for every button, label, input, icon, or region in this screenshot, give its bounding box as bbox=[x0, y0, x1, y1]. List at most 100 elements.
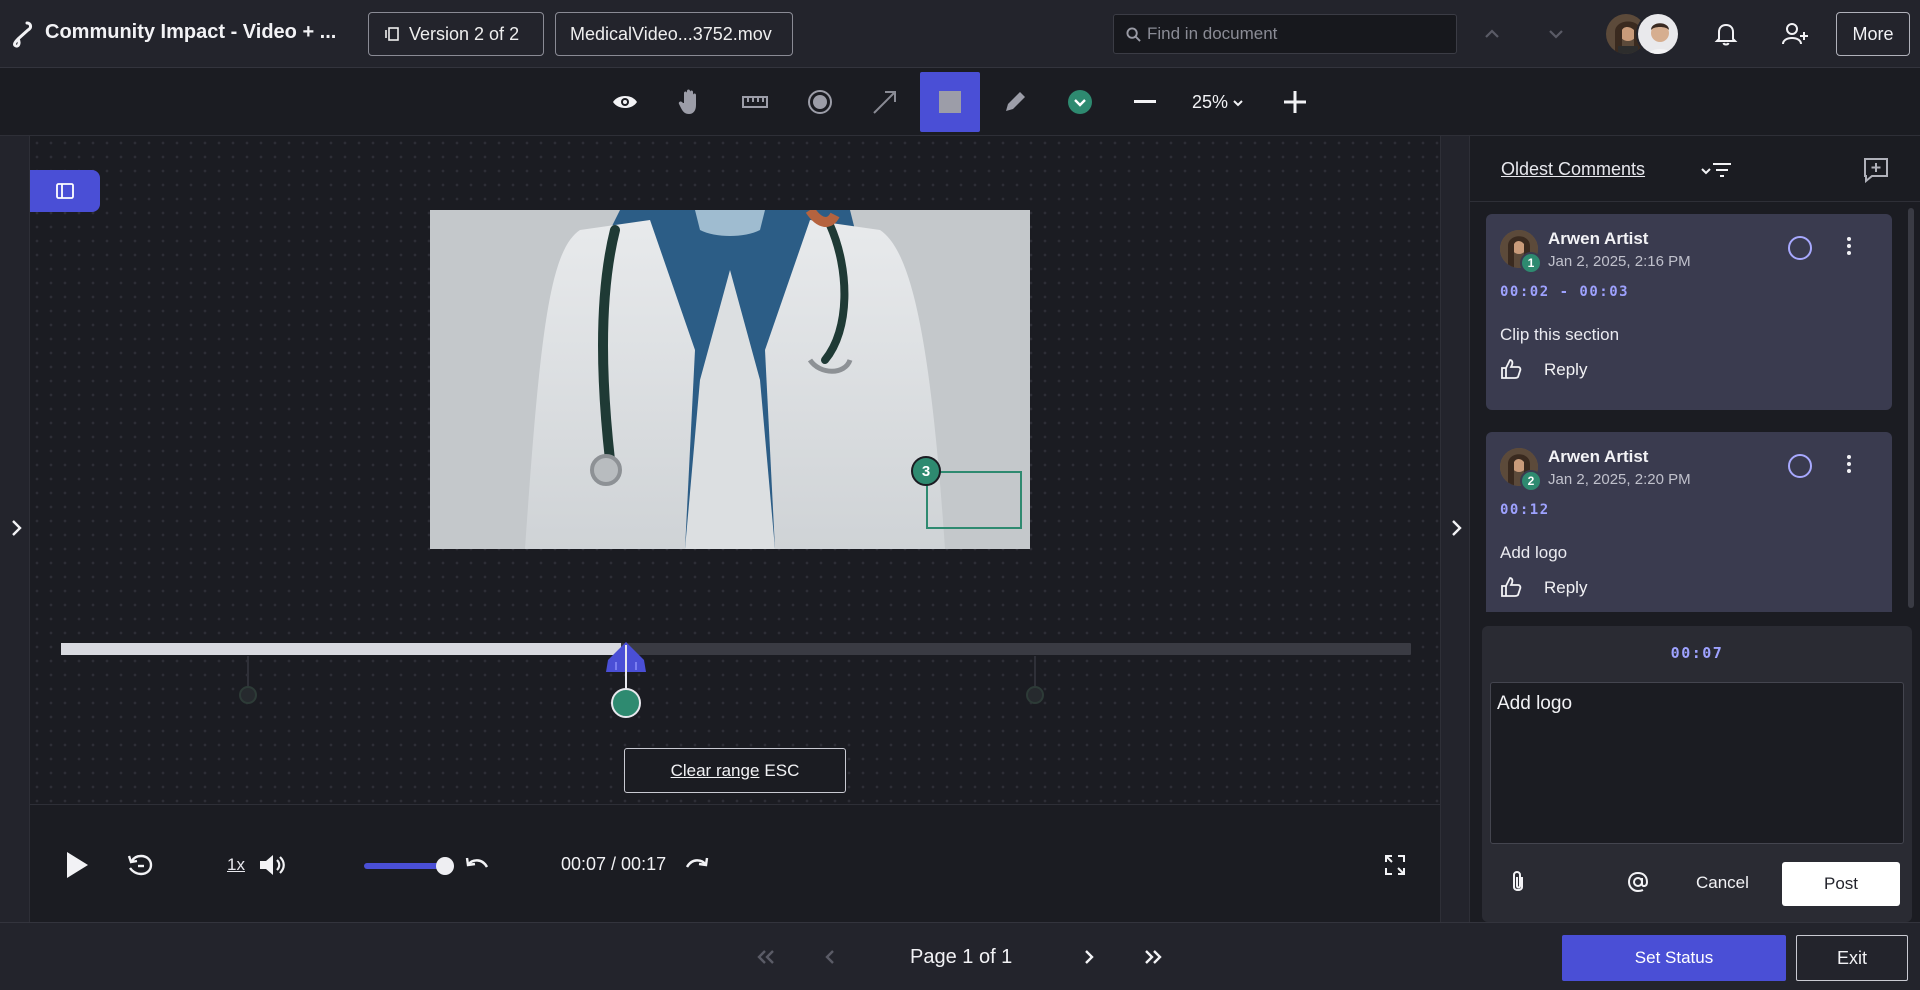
ruler-icon[interactable] bbox=[725, 72, 785, 132]
cancel-button[interactable]: Cancel bbox=[1696, 873, 1749, 893]
footer-bar: Page 1 of 1 Set Status Exit bbox=[0, 922, 1920, 990]
rewind-icon[interactable] bbox=[460, 848, 494, 882]
zoom-out-icon[interactable] bbox=[1115, 72, 1175, 132]
like-thumbs-up-icon[interactable] bbox=[1500, 358, 1522, 380]
avatar-man bbox=[1636, 12, 1680, 56]
app-logo-icon[interactable] bbox=[10, 20, 34, 48]
collapse-comments-chevron-right-icon[interactable] bbox=[1446, 518, 1466, 538]
last-page-icon[interactable] bbox=[1141, 945, 1165, 969]
comment-tick-line bbox=[1034, 656, 1036, 690]
notifications-bell-icon[interactable] bbox=[1711, 19, 1741, 49]
comment-card[interactable]: 2 Arwen Artist Jan 2, 2025, 2:20 PM 00:1… bbox=[1486, 432, 1892, 612]
next-page-icon[interactable] bbox=[1077, 945, 1101, 969]
top-bar: Community Impact - Video + ... Version 2… bbox=[0, 0, 1920, 68]
playback-timecode: 00:07 / 00:17 bbox=[561, 854, 667, 874]
rectangle-icon[interactable] bbox=[920, 72, 980, 132]
search-placeholder: Find in document bbox=[1147, 24, 1278, 43]
reply-button[interactable]: Reply bbox=[1544, 360, 1587, 380]
annotation-marker-badge[interactable]: 3 bbox=[911, 456, 941, 486]
search-icon bbox=[1126, 26, 1141, 42]
collaborators-avatars[interactable] bbox=[1604, 12, 1684, 58]
fullscreen-icon[interactable] bbox=[1378, 848, 1412, 882]
loop-icon[interactable] bbox=[123, 848, 157, 882]
add-user-icon[interactable] bbox=[1780, 19, 1810, 49]
comments-panel: Oldest Comments 1 Arwen Artist Jan 2, 20… bbox=[1470, 136, 1920, 922]
comment-timecode[interactable]: 00:12 bbox=[1500, 502, 1550, 518]
filter-icon[interactable] bbox=[1712, 162, 1732, 178]
mention-at-icon[interactable] bbox=[1624, 868, 1652, 896]
attachment-paperclip-icon[interactable] bbox=[1504, 868, 1532, 896]
color-picker-icon[interactable] bbox=[1050, 72, 1110, 132]
comment-number-badge: 1 bbox=[1520, 252, 1542, 274]
comment-date: Jan 2, 2025, 2:20 PM bbox=[1548, 471, 1691, 488]
comment-composer: 00:07 Add logo Cancel Post bbox=[1482, 626, 1912, 922]
page-indicator: Page 1 of 1 bbox=[910, 946, 1013, 968]
comment-card[interactable]: 1 Arwen Artist Jan 2, 2025, 2:16 PM 00:0… bbox=[1486, 214, 1892, 410]
current-comment-marker[interactable] bbox=[611, 688, 641, 718]
arrow-icon[interactable] bbox=[855, 72, 915, 132]
resolve-status-circle[interactable] bbox=[1788, 236, 1812, 260]
document-title: Community Impact - Video + ... bbox=[45, 21, 337, 43]
comment-marker-2[interactable] bbox=[1026, 686, 1044, 704]
playhead-line bbox=[625, 645, 627, 689]
comment-tick-line bbox=[247, 656, 249, 690]
comments-scrollbar[interactable] bbox=[1908, 208, 1914, 608]
previous-page-icon[interactable] bbox=[818, 945, 842, 969]
reply-button[interactable]: Reply bbox=[1544, 578, 1587, 598]
play-icon[interactable] bbox=[60, 848, 94, 882]
hand-icon[interactable] bbox=[660, 72, 720, 132]
versions-icon bbox=[385, 27, 399, 41]
comment-author: Arwen Artist bbox=[1548, 229, 1649, 248]
thumbnail-panel-toggle[interactable] bbox=[30, 170, 100, 212]
expand-left-panel-chevron-right-icon[interactable] bbox=[6, 518, 26, 538]
comment-number-badge: 2 bbox=[1520, 470, 1542, 492]
chevron-down-icon[interactable] bbox=[1700, 166, 1712, 176]
composer-timecode: 00:07 bbox=[1670, 644, 1724, 662]
sort-comments-dropdown[interactable]: Oldest Comments bbox=[1501, 159, 1645, 180]
zoom-level: 25% bbox=[1192, 92, 1229, 112]
right-rail bbox=[1440, 136, 1470, 922]
chevron-down-icon bbox=[1233, 99, 1243, 106]
comment-textarea[interactable]: Add logo bbox=[1490, 682, 1904, 844]
pencil-icon[interactable] bbox=[985, 72, 1045, 132]
resolve-status-circle[interactable] bbox=[1788, 454, 1812, 478]
exit-button[interactable]: Exit bbox=[1796, 935, 1908, 981]
volume-slider-knob[interactable] bbox=[436, 857, 454, 875]
sidebar-panel-icon bbox=[56, 183, 74, 199]
comment-text: Clip this section bbox=[1500, 325, 1620, 344]
comment-date: Jan 2, 2025, 2:16 PM bbox=[1548, 253, 1691, 270]
version-label: Version 2 of 2 bbox=[409, 23, 520, 44]
clear-range-button[interactable]: Clear range ESC bbox=[624, 748, 846, 793]
comment-timecode[interactable]: 00:02 - 00:03 bbox=[1500, 284, 1629, 300]
search-input[interactable]: Find in document bbox=[1113, 14, 1457, 54]
comment-author: Arwen Artist bbox=[1548, 447, 1649, 466]
first-page-icon[interactable] bbox=[754, 945, 778, 969]
set-status-button[interactable]: Set Status bbox=[1562, 935, 1786, 981]
post-button[interactable]: Post bbox=[1782, 862, 1900, 906]
rectangle-annotation[interactable] bbox=[926, 471, 1022, 529]
zoom-level-dropdown[interactable]: 25% bbox=[1192, 92, 1244, 113]
file-button[interactable]: MedicalVideo...3752.mov bbox=[555, 12, 793, 56]
like-thumbs-up-icon[interactable] bbox=[1500, 576, 1522, 598]
next-result-chevron-down-icon[interactable] bbox=[1546, 24, 1566, 44]
left-rail bbox=[0, 136, 30, 922]
zoom-in-icon[interactable] bbox=[1265, 72, 1325, 132]
comment-marker-1[interactable] bbox=[239, 686, 257, 704]
record-icon[interactable] bbox=[790, 72, 850, 132]
kebab-menu-icon[interactable] bbox=[1844, 452, 1854, 476]
kebab-menu-icon[interactable] bbox=[1844, 234, 1854, 258]
fast-forward-icon[interactable] bbox=[680, 848, 714, 882]
comments-header: Oldest Comments bbox=[1470, 136, 1920, 202]
file-label: MedicalVideo...3752.mov bbox=[570, 23, 772, 44]
volume-icon[interactable] bbox=[255, 848, 289, 882]
more-button[interactable]: More bbox=[1836, 12, 1910, 56]
version-button[interactable]: Version 2 of 2 bbox=[368, 12, 544, 56]
comment-text: Add logo bbox=[1500, 543, 1568, 562]
clear-range-shortcut: ESC bbox=[764, 760, 800, 780]
eye-icon[interactable] bbox=[595, 72, 655, 132]
annotation-toolbar: 25% bbox=[0, 68, 1920, 136]
add-comment-icon[interactable] bbox=[1862, 156, 1890, 184]
previous-result-chevron-up-icon[interactable] bbox=[1482, 24, 1502, 44]
playback-speed[interactable]: 1x bbox=[227, 855, 245, 875]
comment-list: 1 Arwen Artist Jan 2, 2025, 2:16 PM 00:0… bbox=[1470, 202, 1920, 612]
